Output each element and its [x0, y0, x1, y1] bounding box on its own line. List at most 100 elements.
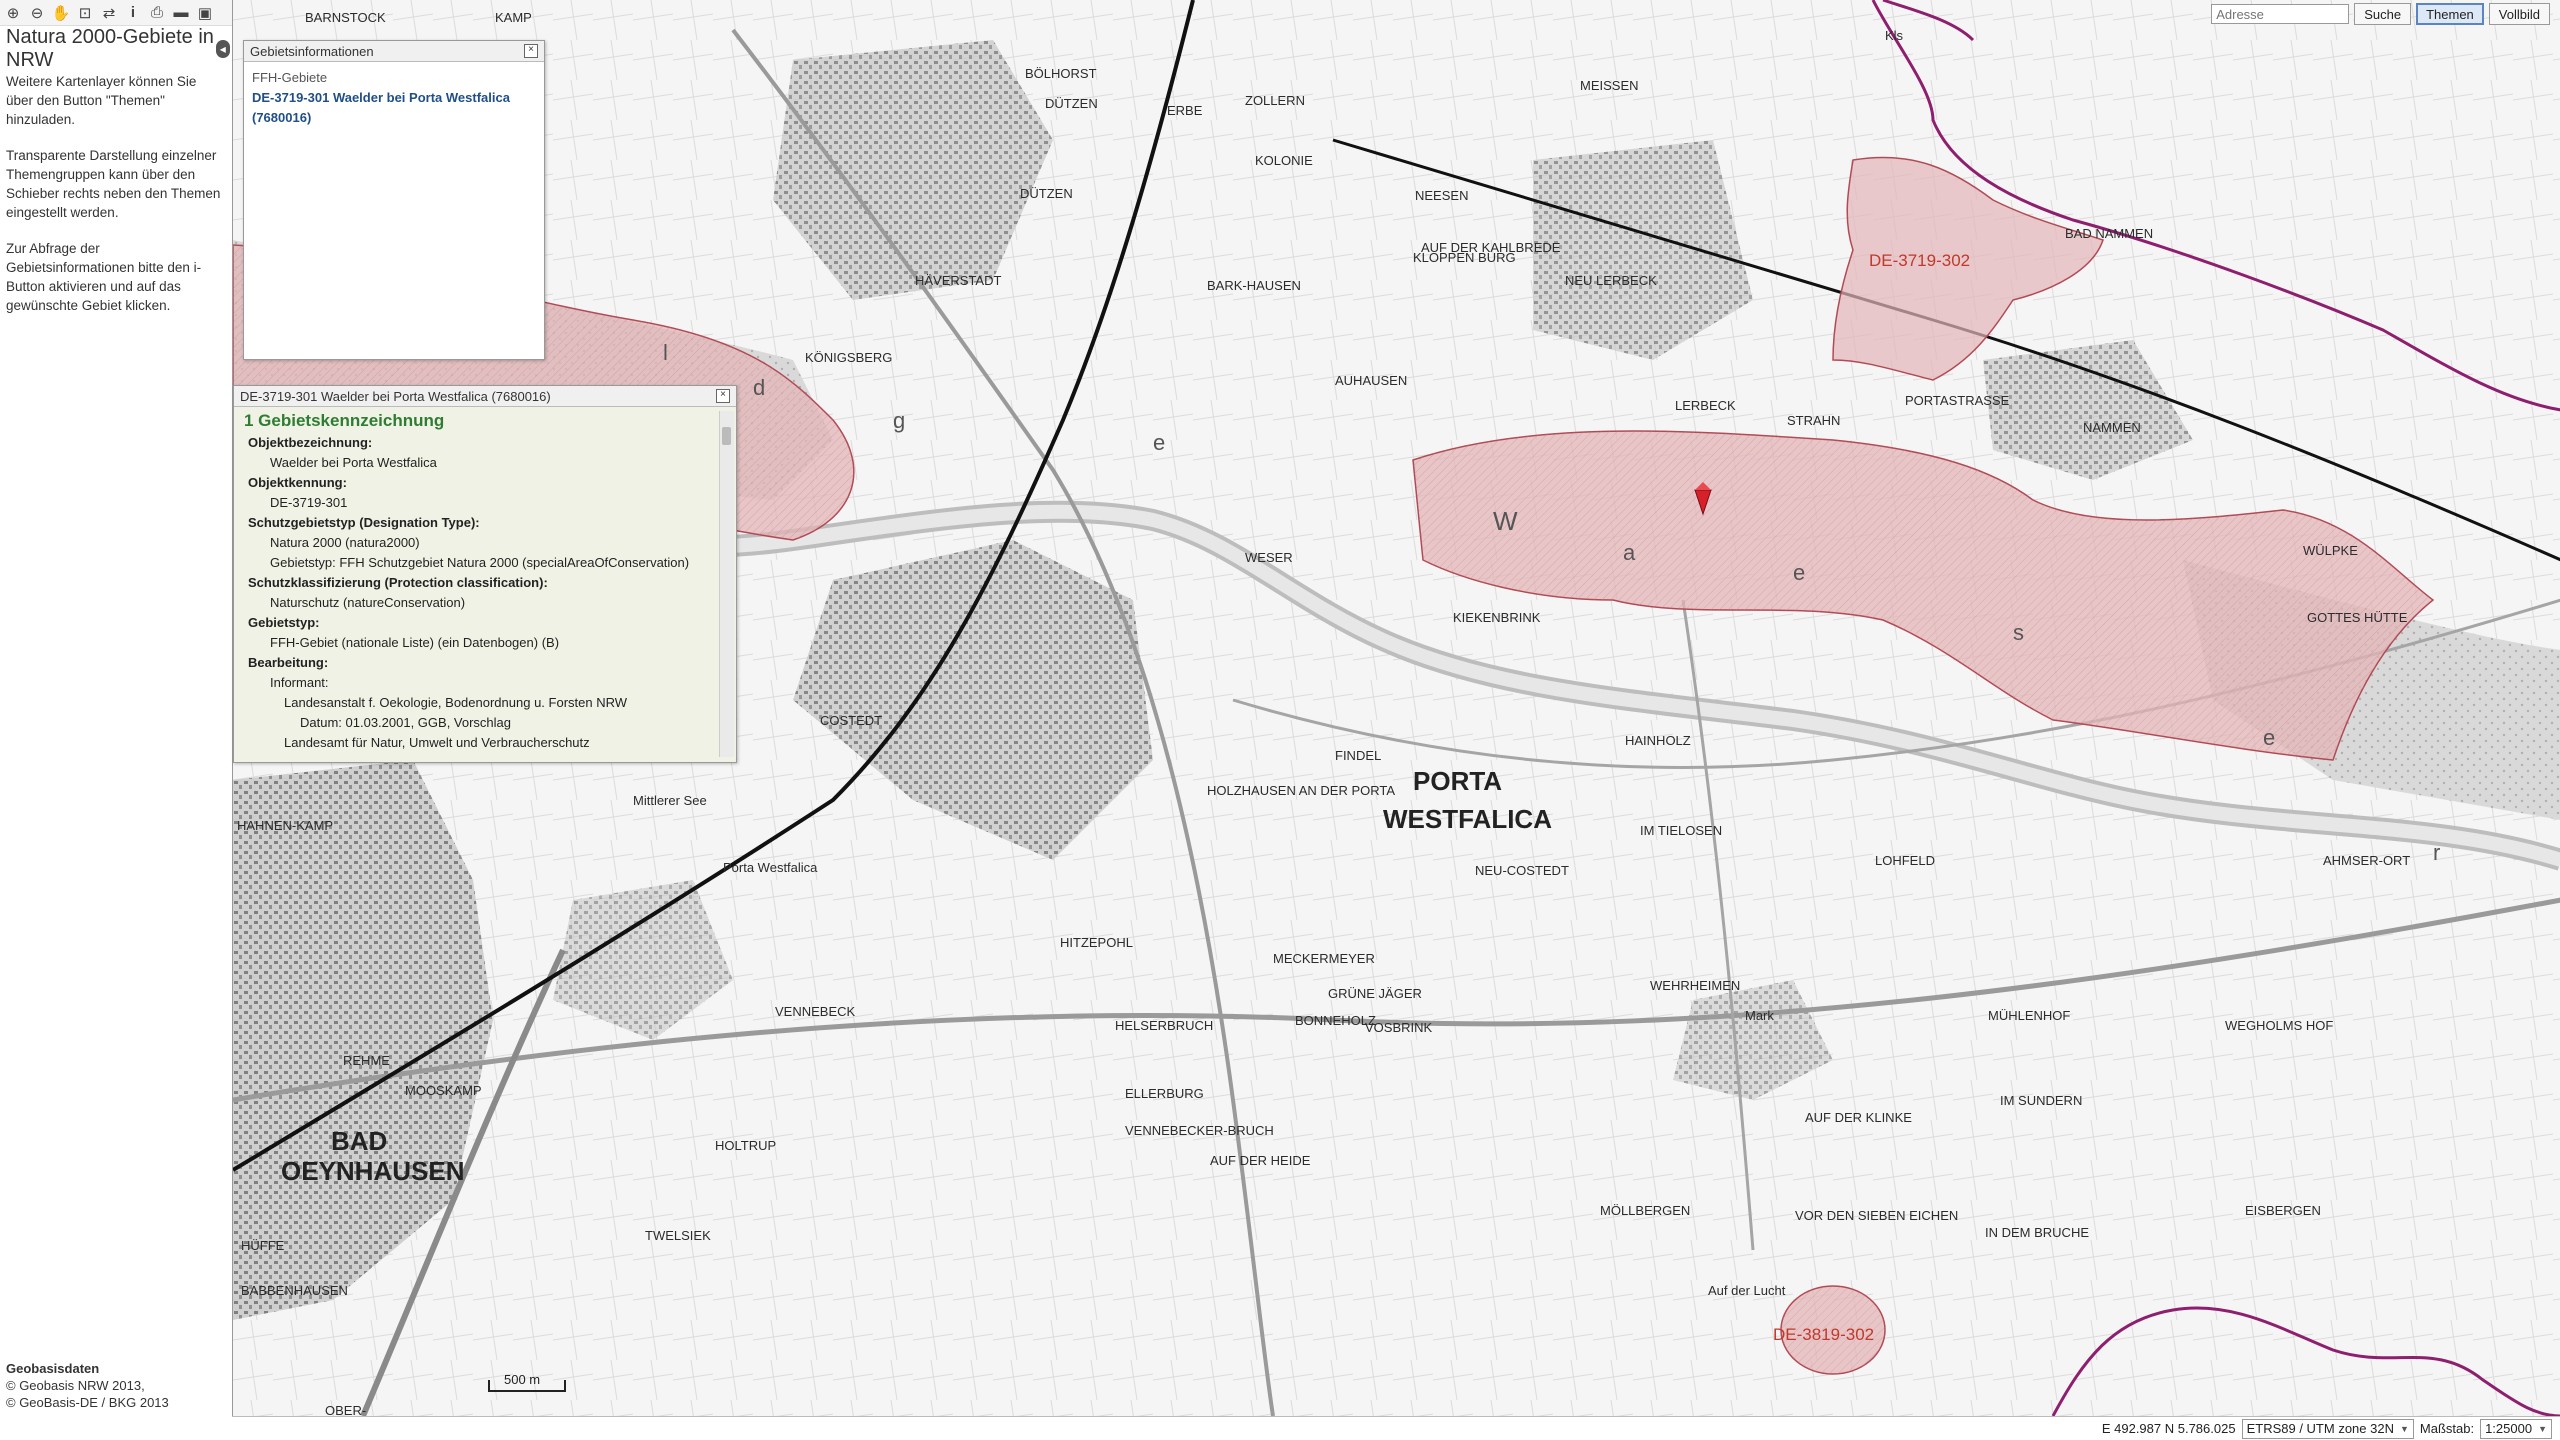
place-label: HAINHOLZ	[1625, 733, 1691, 748]
zoom-box-icon[interactable]: ⊡	[74, 2, 96, 24]
sidebar-title: Natura 2000-Gebiete in NRW	[6, 26, 214, 71]
scrollbar[interactable]	[719, 411, 734, 757]
place-label: STRAHN	[1787, 413, 1840, 428]
scale-select[interactable]: 1:25000 ▼	[2480, 1418, 2552, 1439]
copyright-line: © GeoBasis-DE / BKG 2013	[6, 1395, 169, 1410]
crs-select[interactable]: ETRS89 / UTM zone 32N ▼	[2241, 1418, 2414, 1439]
chevron-down-icon: ▼	[2538, 1423, 2547, 1434]
area-category: FFH-Gebiete	[252, 70, 328, 85]
back-icon[interactable]: ⇄	[98, 2, 120, 24]
place-label: BAD NAMMEN	[2065, 226, 2153, 241]
copyright-line: © Geobasis NRW 2013,	[6, 1378, 145, 1393]
place-label: AUF DER KAHLBREDE	[1421, 240, 1561, 255]
area-info-panel-title: Gebietsinformationen	[250, 43, 374, 59]
close-icon[interactable]: ×	[716, 389, 730, 403]
field-value: Landesamt für Natur, Umwelt und Verbrauc…	[284, 735, 590, 750]
sidebar-paragraph: Transparente Darstellung einzelner Theme…	[6, 148, 221, 220]
fullextent-icon[interactable]: ▣	[194, 2, 216, 24]
forest-letter-label: d	[753, 375, 765, 400]
pan-icon[interactable]: ✋	[50, 2, 72, 24]
area-detail-panel-title: DE-3719-301 Waelder bei Porta Westfalica…	[240, 388, 551, 404]
area-detail-panel: DE-3719-301 Waelder bei Porta Westfalica…	[233, 385, 737, 763]
themes-button[interactable]: Themen	[2416, 3, 2484, 25]
place-label: HÜFFE	[241, 1238, 285, 1253]
collapse-sidebar-icon[interactable]: ◂	[215, 40, 230, 58]
print-icon[interactable]: ⎙	[146, 2, 168, 24]
place-label: BONNEHOLZ	[1295, 1013, 1376, 1028]
crs-select-value: ETRS89 / UTM zone 32N	[2246, 1421, 2394, 1436]
forest-letter-label: l	[663, 340, 668, 365]
city-label: PORTA	[1413, 766, 1502, 796]
section-heading: 1 Gebietskennzeichnung	[244, 411, 445, 430]
place-label: ZOLLERN	[1245, 93, 1305, 108]
place-label: PORTASTRASSE	[1905, 393, 2010, 408]
close-icon[interactable]: ×	[524, 44, 538, 58]
coordinate-readout: E 492.987 N 5.786.025	[2101, 1421, 2236, 1436]
zoom-out-icon[interactable]: ⊖	[26, 2, 48, 24]
place-label: AUF DER HEIDE	[1210, 1153, 1311, 1168]
address-input[interactable]	[2211, 4, 2350, 24]
place-label: HAHNEN-KAMP	[237, 818, 333, 833]
sidebar: Natura 2000-Gebiete in NRW ◂ Weitere Kar…	[0, 26, 232, 1440]
place-label: Auf der Lucht	[1708, 1283, 1786, 1298]
top-controls: Suche Themen Vollbild	[2211, 3, 2550, 25]
place-label: EISBERGEN	[2245, 1203, 2321, 1218]
place-label: BABBENHAUSEN	[241, 1283, 348, 1298]
place-label: HOLTRUP	[715, 1138, 776, 1153]
place-label: IM TIELOSEN	[1640, 823, 1722, 838]
place-label: COSTEDT	[820, 713, 882, 728]
place-label: AUF DER KLINKE	[1805, 1110, 1912, 1125]
place-label: KAMP	[495, 10, 532, 25]
place-label: VOSBRINK	[1365, 1020, 1433, 1035]
field-value: Datum: 01.03.2001, GGB, Vorschlag	[300, 715, 512, 730]
field-value: FFH-Gebiet (nationale Liste) (ein Datenb…	[270, 635, 560, 650]
place-label: MÖLLBERGEN	[1600, 1203, 1690, 1218]
place-label: GRÜNE JÄGER	[1328, 986, 1422, 1001]
map-toolbar: ⊕ ⊖ ✋ ⊡ ⇄ i ⎙ ▬ ▣	[0, 0, 232, 26]
place-label: HOLZHAUSEN AN DER PORTA	[1207, 783, 1395, 798]
forest-letter-label: a	[1623, 540, 1636, 565]
city-label: WESTFALICA	[1383, 804, 1552, 834]
ffh-area-label: DE-3719-302	[1869, 251, 1970, 270]
place-label: MÜHLENHOF	[1988, 1008, 2070, 1023]
place-label: HÄVERSTADT	[915, 273, 1001, 288]
place-label: NAMMEN	[2083, 420, 2141, 435]
field-label: Schutzklassifizierung (Protection classi…	[248, 575, 548, 590]
area-detail-panel-header: DE-3719-301 Waelder bei Porta Westfalica…	[234, 386, 736, 407]
measure-icon[interactable]: ▬	[170, 2, 192, 24]
place-label: KOLONIE	[1255, 153, 1313, 168]
place-label: WESER	[1245, 550, 1293, 565]
area-link[interactable]: DE-3719-301 Waelder bei Porta Westfalica…	[252, 90, 510, 125]
place-label: NEU LERBECK	[1565, 273, 1657, 288]
place-label: IN DEM BRUCHE	[1985, 1225, 2089, 1240]
place-label: VOR DEN SIEBEN EICHEN	[1795, 1208, 1958, 1223]
place-label: WEGHOLMS HOF	[2225, 1018, 2333, 1033]
info-icon[interactable]: i	[122, 2, 144, 24]
chevron-down-icon: ▼	[2399, 1423, 2409, 1434]
place-label: MOOSKAMP	[405, 1083, 482, 1098]
copyright-heading: Geobasisdaten	[6, 1361, 100, 1376]
zoom-in-icon[interactable]: ⊕	[2, 2, 24, 24]
forest-letter-label: r	[2433, 840, 2440, 865]
place-label: MECKERMEYER	[1273, 951, 1375, 966]
place-label: HELSERBRUCH	[1115, 1018, 1213, 1033]
area-info-panel-header: Gebietsinformationen ×	[244, 41, 544, 62]
place-label: ELLERBURG	[1125, 1086, 1204, 1101]
field-label: Schutzgebietstyp (Designation Type):	[248, 515, 480, 530]
forest-letter-label: s	[2013, 620, 2024, 645]
status-bar: E 492.987 N 5.786.025 ETRS89 / UTM zone …	[232, 1416, 2560, 1440]
forest-letter-label: e	[1793, 560, 1805, 585]
place-label: WÜLPKE	[2303, 543, 2358, 558]
scrollbar-thumb[interactable]	[722, 427, 731, 445]
place-label: AUHAUSEN	[1335, 373, 1407, 388]
search-button[interactable]: Suche	[2354, 3, 2412, 25]
place-label: LOHFELD	[1875, 853, 1935, 868]
place-label: LERBECK	[1675, 398, 1736, 413]
field-label: Objektkennung:	[248, 475, 347, 490]
sidebar-paragraph: Weitere Kartenlayer können Sie über den …	[6, 74, 197, 127]
place-label: OBER-	[325, 1403, 366, 1416]
area-detail-body: 1 Gebietskennzeichnung Objektbezeichnung…	[234, 407, 736, 761]
fullscreen-button[interactable]: Vollbild	[2488, 3, 2550, 25]
place-label: ERBE	[1167, 103, 1203, 118]
place-label: Mark	[1745, 1008, 1774, 1023]
